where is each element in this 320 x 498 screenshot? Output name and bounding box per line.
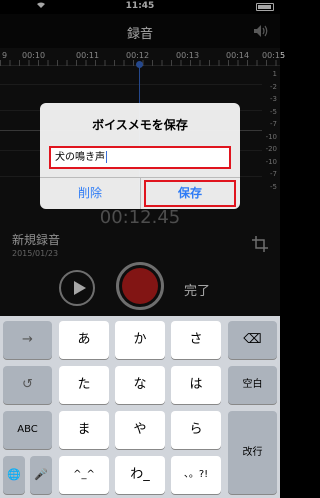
key-ha[interactable]: は [171,366,221,404]
memo-name-input[interactable]: 犬の鳴き声 [49,146,231,169]
key-ta[interactable]: た [59,366,109,404]
key-na[interactable]: な [115,366,165,404]
save-dialog: ボイスメモを保存 犬の鳴き声 削除 保存 [40,103,240,209]
delete-button[interactable]: 削除 [40,178,140,209]
key-ya[interactable]: や [115,411,165,449]
backspace-key[interactable]: ⌫ [228,321,277,359]
save-button[interactable]: 保存 [144,180,236,207]
key-emoticon[interactable]: ^_^ [59,456,109,494]
text-caret [106,151,107,163]
dialog-title: ボイスメモを保存 [92,118,188,132]
dialog-button-divider [140,177,141,209]
key-next-candidate[interactable]: → [3,321,52,359]
key-ka[interactable]: か [115,321,165,359]
keyboard: → あ か さ ⌫ ↺ た な は 空白 ABC ま や ら 改行 🌐 🎤 ^_… [0,316,280,498]
abc-key[interactable]: ABC [3,411,52,449]
memo-name-value: 犬の鳴き声 [55,152,105,163]
key-ma[interactable]: ま [59,411,109,449]
mic-key[interactable]: 🎤 [30,456,52,494]
key-wa[interactable]: わ_ [115,456,165,494]
key-sa[interactable]: さ [171,321,221,359]
globe-key[interactable]: 🌐 [3,456,25,494]
key-punctuation[interactable]: 、。?! [171,456,221,494]
key-a[interactable]: あ [59,321,109,359]
key-undo[interactable]: ↺ [3,366,52,404]
key-ra[interactable]: ら [171,411,221,449]
return-key[interactable]: 改行 [228,411,277,494]
space-key[interactable]: 空白 [228,366,277,404]
